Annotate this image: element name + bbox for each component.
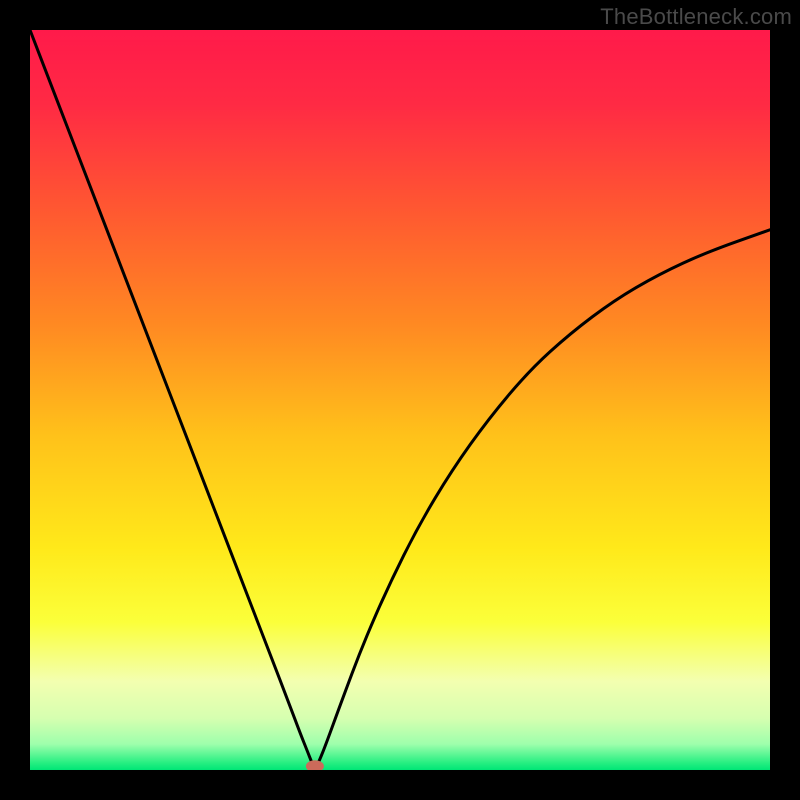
watermark-text: TheBottleneck.com — [600, 4, 792, 30]
plot-area — [30, 30, 770, 770]
chart-curve — [30, 30, 770, 770]
